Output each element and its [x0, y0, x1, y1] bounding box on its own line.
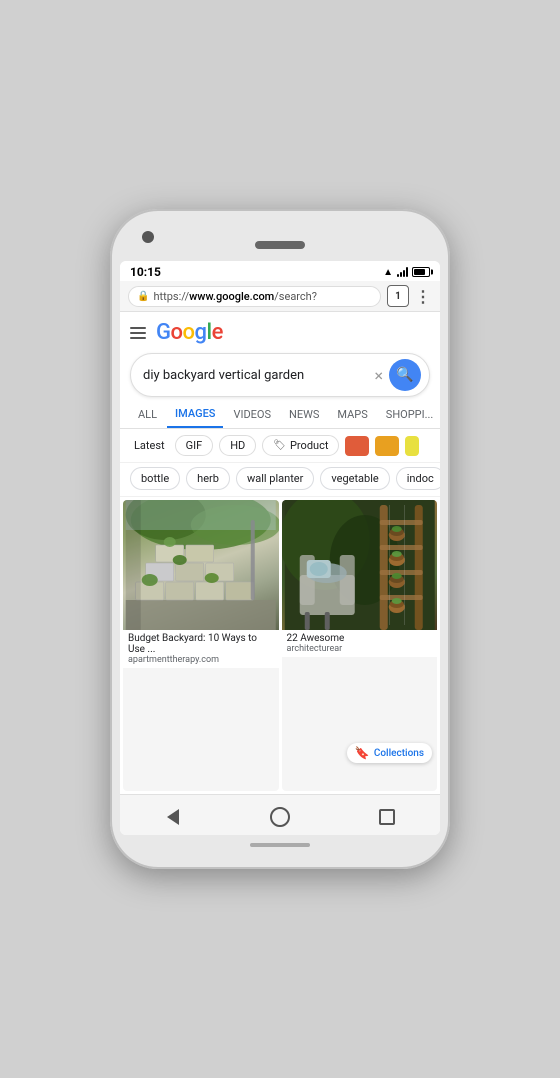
recent-icon: [379, 809, 395, 825]
url-domain: www.google.com: [189, 290, 274, 303]
image-card-left[interactable]: Budget Backyard: 10 Ways to Use ... apar…: [123, 500, 279, 791]
tab-shopping[interactable]: SHOPPI...: [378, 402, 440, 427]
home-indicator: [250, 843, 310, 847]
bottom-nav: [120, 794, 440, 835]
phone-frame: 10:15 ▲ 🔒: [110, 209, 450, 869]
tab-maps[interactable]: MAPS: [329, 402, 375, 427]
status-icons: ▲: [383, 267, 430, 278]
color-swatch-yellow[interactable]: [405, 436, 419, 456]
battery-icon: [412, 267, 430, 277]
collections-icon: 🔖: [355, 746, 370, 760]
tab-videos[interactable]: VIDEOS: [225, 402, 279, 427]
chip-vegetable[interactable]: vegetable: [320, 467, 389, 490]
status-time: 10:15: [130, 265, 161, 279]
home-icon: [270, 807, 290, 827]
wooden-planter-svg: [282, 500, 438, 630]
image-wooden-planter: [282, 500, 438, 630]
tab-news[interactable]: NEWS: [281, 402, 327, 427]
suggestion-row: bottle herb wall planter vegetable indoc: [120, 463, 440, 497]
search-tabs: ALL IMAGES VIDEOS NEWS MAPS SHOPPI...: [120, 401, 440, 429]
image-cinder-blocks: [123, 500, 279, 630]
tag-icon: 🏷: [273, 440, 286, 451]
wifi-icon: ▲: [383, 267, 393, 278]
search-query-text: diy backyard vertical garden: [143, 368, 374, 383]
nav-back-btn[interactable]: [159, 803, 187, 831]
collections-label: Collections: [374, 748, 424, 759]
logo-letter-o2: o: [182, 320, 194, 345]
tab-count-btn[interactable]: 1: [387, 285, 409, 307]
image-card-right[interactable]: 22 Awesome architecturear 🔖 Collections: [282, 500, 438, 791]
status-bar: 10:15 ▲: [120, 261, 440, 281]
front-camera: [142, 231, 154, 243]
filter-gif[interactable]: GIF: [175, 435, 214, 456]
image-title-left: Budget Backyard: 10 Ways to Use ...: [128, 633, 274, 655]
back-icon: [167, 809, 179, 825]
image-title-right: 22 Awesome: [287, 633, 433, 644]
logo-letter-g: G: [156, 320, 171, 345]
signal-icon: [397, 267, 408, 277]
lock-icon: 🔒: [137, 291, 149, 302]
search-icon: 🔍: [396, 367, 413, 383]
google-header: Google: [120, 312, 440, 349]
tab-images[interactable]: IMAGES: [167, 401, 223, 428]
filter-hd[interactable]: HD: [219, 435, 256, 456]
phone-bottom: [250, 835, 310, 855]
google-logo: Google: [156, 320, 223, 345]
chip-wall-planter[interactable]: wall planter: [236, 467, 314, 490]
nav-home-btn[interactable]: [266, 803, 294, 831]
search-clear-btn[interactable]: ×: [374, 366, 383, 385]
logo-letter-o1: o: [171, 320, 183, 345]
url-bar[interactable]: 🔒 https://www.google.com/search?: [128, 286, 381, 307]
collections-badge[interactable]: 🔖 Collections: [347, 743, 432, 763]
logo-letter-g2: g: [194, 320, 206, 345]
logo-letter-e: e: [212, 320, 223, 345]
image-caption-right: 22 Awesome architecturear: [282, 630, 438, 657]
filter-product[interactable]: 🏷 Product: [262, 435, 339, 456]
url-text: https://www.google.com/search?: [153, 290, 372, 303]
battery-fill: [414, 269, 425, 275]
color-swatch-red[interactable]: [345, 436, 369, 456]
filter-product-label: Product: [290, 439, 328, 452]
image-source-left: apartmenttherapy.com: [128, 655, 274, 665]
filter-latest[interactable]: Latest: [130, 436, 169, 455]
chip-bottle[interactable]: bottle: [130, 467, 180, 490]
phone-screen: 10:15 ▲ 🔒: [120, 261, 440, 835]
filter-row: Latest GIF HD 🏷 Product: [120, 429, 440, 463]
search-submit-btn[interactable]: 🔍: [389, 359, 421, 391]
cinder-blocks-svg: [123, 500, 279, 630]
tab-all[interactable]: ALL: [130, 402, 165, 427]
search-box[interactable]: diy backyard vertical garden × 🔍: [130, 353, 430, 397]
menu-icon[interactable]: [130, 327, 146, 339]
chip-herb[interactable]: herb: [186, 467, 230, 490]
nav-recent-btn[interactable]: [373, 803, 401, 831]
url-protocol: https://: [153, 290, 189, 303]
image-source-right: architecturear: [287, 644, 433, 654]
more-options-btn[interactable]: ⋮: [415, 287, 432, 306]
image-grid: Budget Backyard: 10 Ways to Use ... apar…: [120, 497, 440, 794]
url-bar-row: 🔒 https://www.google.com/search? 1 ⋮: [120, 281, 440, 312]
color-swatch-orange[interactable]: [375, 436, 399, 456]
phone-top-hardware: [120, 227, 440, 255]
earpiece-speaker: [255, 241, 305, 249]
url-path: /search?: [274, 290, 317, 303]
image-caption-left: Budget Backyard: 10 Ways to Use ... apar…: [123, 630, 279, 668]
chip-indoor[interactable]: indoc: [396, 467, 440, 490]
